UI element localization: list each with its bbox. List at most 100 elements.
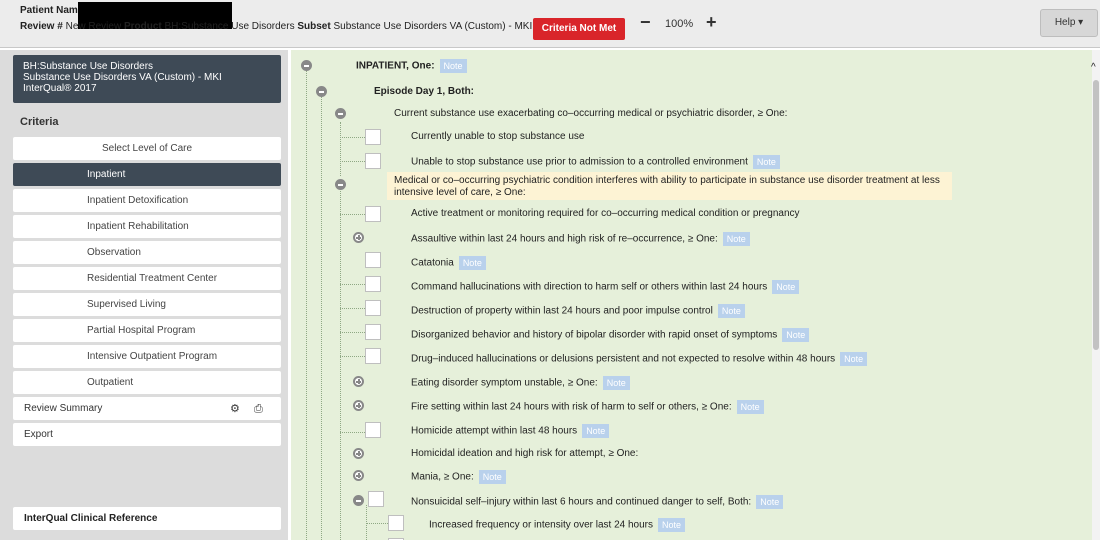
level-inpatient-rehabilitation[interactable]: Inpatient Rehabilitation (13, 215, 281, 238)
criterion-text: Current substance use exacerbating co–oc… (394, 108, 788, 119)
collapse-icon[interactable] (316, 86, 327, 97)
note-button[interactable]: Note (840, 352, 868, 366)
expand-icon[interactable] (353, 400, 364, 411)
criterion-checkbox[interactable] (365, 324, 381, 340)
criterion-eating-disorder: Eating disorder symptom unstable, ≥ One:… (411, 376, 630, 390)
note-button[interactable]: Note (722, 232, 750, 246)
criterion-catatonia: Catatonia Note (411, 256, 486, 270)
criterion-text-line1: Medical or co–occurring psychiatric cond… (394, 175, 940, 186)
tree-branch (340, 137, 365, 138)
tree-branch (340, 284, 365, 285)
criterion-episode-day-1: Episode Day 1, Both: (374, 86, 474, 98)
criterion-checkbox[interactable] (368, 491, 384, 507)
scrollbar-thumb[interactable] (1093, 80, 1099, 350)
note-button[interactable]: Note (602, 376, 630, 390)
criterion-text: Episode Day 1, Both: (374, 86, 475, 97)
criterion-checkbox[interactable] (388, 515, 404, 531)
criterion-text: Catatonia (411, 257, 454, 269)
help-menu-button[interactable]: Help ▾ (1040, 9, 1098, 37)
zoom-out-button[interactable]: − (640, 13, 654, 33)
review-summary-label: Review Summary (24, 403, 103, 414)
criterion-destruction-property: Destruction of property within last 24 h… (411, 304, 745, 318)
review-summary-row[interactable]: Review Summary ⚙ ⎙ (13, 397, 281, 420)
criterion-unable-stop-use: Currently unable to stop substance use (411, 131, 584, 143)
tree-line (340, 187, 341, 540)
criterion-checkbox[interactable] (365, 276, 381, 292)
printer-icon[interactable]: ⎙ (254, 404, 267, 415)
criterion-checkbox[interactable] (365, 206, 381, 222)
criterion-checkbox[interactable] (365, 153, 381, 169)
note-button[interactable]: Note (582, 424, 610, 438)
note-button[interactable]: Note (756, 495, 784, 509)
tree-branch (340, 161, 365, 162)
expand-icon[interactable] (353, 376, 364, 387)
zoom-in-button[interactable]: + (706, 13, 722, 33)
note-button[interactable]: Note (717, 304, 745, 318)
expand-icon[interactable] (353, 448, 364, 459)
info-version: InterQual® 2017 (23, 83, 97, 94)
clinical-reference-button[interactable]: InterQual Clinical Reference (13, 507, 281, 530)
level-residential-treatment-center[interactable]: Residential Treatment Center (13, 267, 281, 290)
note-button[interactable]: Note (478, 470, 506, 484)
criteria-status-button[interactable]: Criteria Not Met (533, 18, 625, 40)
subset-label: Subset (297, 21, 331, 32)
criterion-checkbox[interactable] (365, 129, 381, 145)
criterion-homicide-attempt: Homicide attempt within last 48 hours Not… (411, 424, 610, 438)
level-partial-hospital-program[interactable]: Partial Hospital Program (13, 319, 281, 342)
criterion-current-substance-use: Current substance use exacerbating co–oc… (394, 108, 787, 120)
tree-branch (340, 432, 365, 433)
criterion-checkbox[interactable] (365, 300, 381, 316)
criterion-active-treatment: Active treatment or monitoring required … (411, 208, 800, 220)
level-supervised-living[interactable]: Supervised Living (13, 293, 281, 316)
criterion-text: Nonsuicidal self–injury within last 6 ho… (411, 496, 752, 508)
review-details: Review # New Review Product BH:Substance… (20, 20, 540, 34)
criterion-text: Homicide attempt within last 48 hours (411, 425, 578, 437)
collapse-icon[interactable] (335, 108, 346, 119)
criteria-heading: Criteria (20, 116, 59, 128)
subset-info-box: BH:Substance Use Disorders Substance Use… (13, 55, 281, 103)
tree-branch (366, 523, 388, 524)
criterion-assaultive: Assaultive within last 24 hours and high… (411, 232, 750, 246)
level-observation[interactable]: Observation (13, 241, 281, 264)
scroll-up-icon[interactable]: ^ (1091, 62, 1096, 73)
note-button[interactable]: Note (782, 328, 810, 342)
export-row[interactable]: Export (13, 423, 281, 446)
tree-line (306, 68, 307, 540)
collapse-icon[interactable] (353, 495, 364, 506)
expand-icon[interactable] (353, 232, 364, 243)
gear-icon[interactable]: ⚙ (230, 404, 241, 415)
note-button[interactable]: Note (439, 59, 467, 73)
level-inpatient[interactable]: Inpatient (13, 163, 281, 186)
note-button[interactable]: Note (658, 518, 686, 532)
note-button[interactable]: Note (458, 256, 486, 270)
note-button[interactable]: Note (772, 280, 800, 294)
criteria-tree: INPATIENT, One: Note Episode Day 1, Both:… (291, 50, 1092, 540)
tree-branch (340, 356, 365, 357)
criterion-checkbox[interactable] (365, 422, 381, 438)
criterion-medical-psychiatric-interferes: Medical or co–occurring psychiatric cond… (394, 175, 940, 199)
criterion-checkbox[interactable] (365, 348, 381, 364)
note-button[interactable]: Note (752, 155, 780, 169)
review-header: Patient Name/ID Review # New Review Prod… (0, 0, 1100, 48)
note-button[interactable]: Note (736, 400, 764, 414)
review-label: Review # (20, 21, 63, 32)
criterion-text: Drug–induced hallucinations or delusions… (411, 353, 836, 365)
criterion-text: Mania, ≥ One: (411, 471, 474, 483)
criterion-text: INPATIENT, One: (356, 60, 435, 72)
criterion-inpatient[interactable]: INPATIENT, One: Note (356, 59, 467, 73)
expand-icon[interactable] (353, 470, 364, 481)
criterion-text-line2: intensive level of care, ≥ One: (394, 187, 526, 198)
level-inpatient-detoxification[interactable]: Inpatient Detoxification (13, 189, 281, 212)
criterion-checkbox[interactable] (365, 252, 381, 268)
tree-line (321, 96, 322, 540)
select-level-of-care[interactable]: Select Level of Care (13, 137, 281, 160)
criterion-text: Destruction of property within last 24 h… (411, 305, 713, 317)
collapse-icon[interactable] (301, 60, 312, 71)
collapse-icon[interactable] (335, 179, 346, 190)
criterion-text: Disorganized behavior and history of bip… (411, 329, 778, 341)
level-intensive-outpatient-program[interactable]: Intensive Outpatient Program (13, 345, 281, 368)
level-outpatient[interactable]: Outpatient (13, 371, 281, 394)
review-value: New Review (65, 21, 122, 32)
zoom-level: 100% (665, 18, 694, 30)
criterion-text: Homicidal ideation and high risk for att… (411, 448, 639, 459)
